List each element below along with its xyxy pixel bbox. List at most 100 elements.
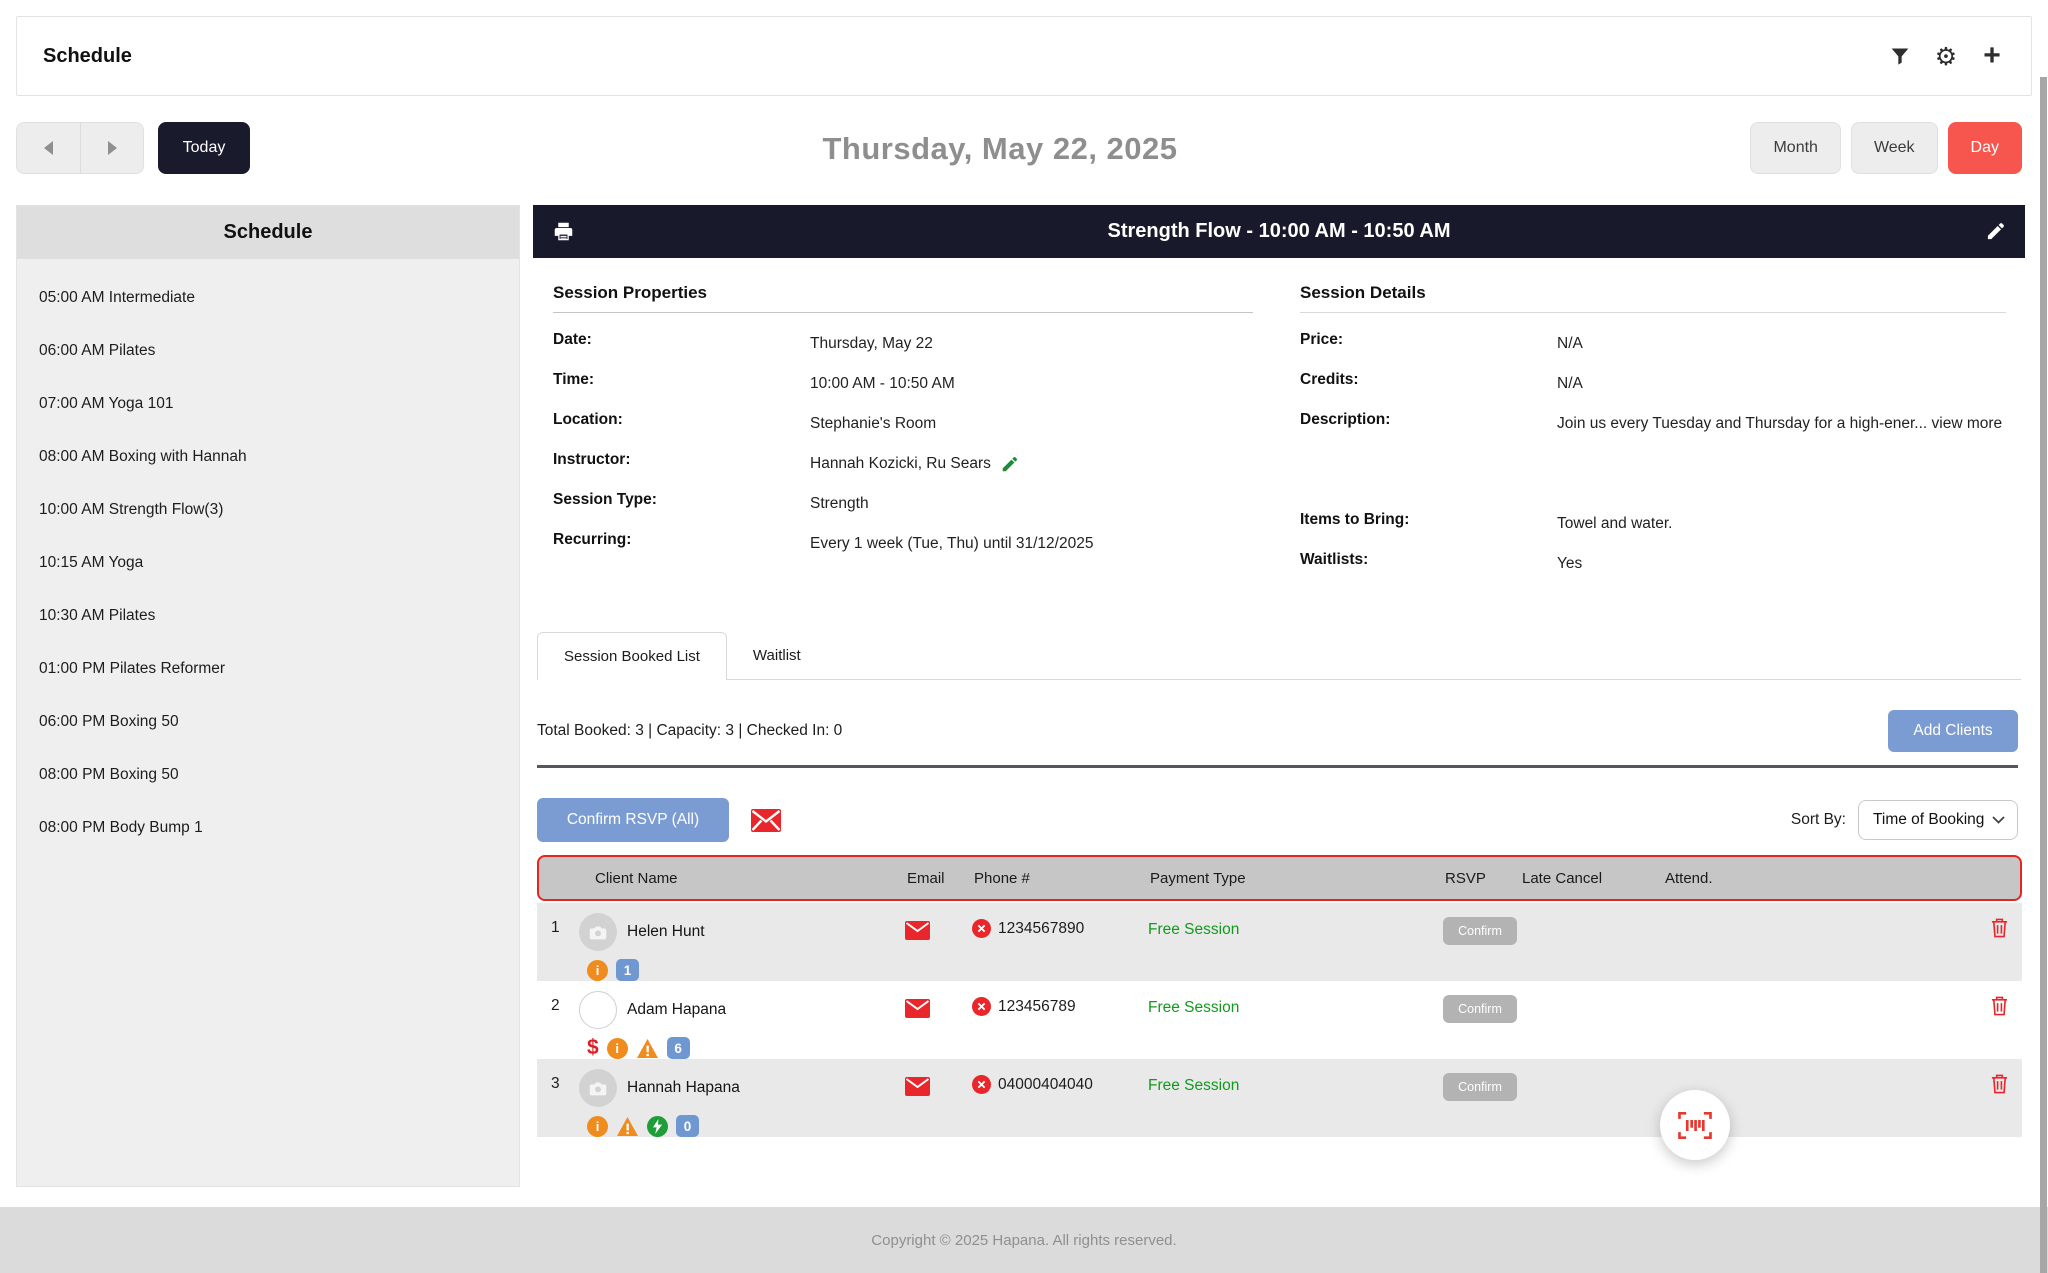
dollar-icon[interactable]: $ [587, 1037, 599, 1059]
vertical-scrollbar[interactable] [2040, 77, 2047, 1273]
sidebar-item-session[interactable]: 08:00 AM Boxing with Hannah [17, 430, 519, 483]
waitlists-label: Waitlists: [1300, 547, 1557, 569]
sidebar-session-list: 05:00 AM Intermediate 06:00 AM Pilates 0… [17, 259, 519, 854]
recurring-value: Every 1 week (Tue, Thu) until 31/12/2025 [810, 527, 1253, 557]
edit-session-icon[interactable] [1983, 220, 2007, 244]
delete-booking-icon[interactable] [1990, 995, 2009, 1016]
row-index: 1 [537, 903, 579, 937]
description-label: Description: [1300, 407, 1557, 429]
view-more-link[interactable]: view more [1932, 415, 2003, 432]
view-switcher: Month Week Day [1750, 122, 2022, 174]
sidebar-item-session[interactable]: 10:15 AM Yoga [17, 536, 519, 589]
payment-type: Free Session [1148, 903, 1443, 939]
month-view-button[interactable]: Month [1750, 122, 1840, 174]
col-payment-type: Payment Type [1150, 870, 1445, 887]
price-label: Price: [1300, 327, 1557, 349]
location-label: Location: [553, 407, 810, 429]
items-to-bring-label: Items to Bring: [1300, 507, 1557, 529]
sidebar-item-session[interactable]: 10:30 AM Pilates [17, 589, 519, 642]
sidebar-item-session[interactable]: 10:00 AM Strength Flow(3) [17, 483, 519, 536]
clients-table-body: 1 Helen Hunt i 1 1 [537, 903, 2022, 1137]
tab-session-booked-list[interactable]: Session Booked List [537, 632, 727, 680]
barcode-icon [1675, 1110, 1715, 1141]
sidebar-item-session[interactable]: 01:00 PM Pilates Reformer [17, 642, 519, 695]
sidebar-item-session[interactable]: 06:00 AM Pilates [17, 324, 519, 377]
phone-invalid-icon [972, 997, 991, 1016]
edit-instructor-icon[interactable] [1001, 456, 1018, 473]
session-details-title: Session Details [1300, 283, 1426, 303]
page-header: Schedule ⚙ + [16, 16, 2032, 96]
sort-by-label: Sort By: [1791, 811, 1846, 829]
divider [1300, 312, 2006, 313]
credits-label: Credits: [1300, 367, 1557, 389]
sidebar-item-session[interactable]: 08:00 PM Body Bump 1 [17, 801, 519, 854]
warning-icon[interactable] [616, 1116, 639, 1137]
sidebar-title: Schedule [17, 206, 519, 259]
filter-icon[interactable] [1887, 43, 1913, 69]
booking-summary: Total Booked: 3 | Capacity: 3 | Checked … [537, 722, 842, 740]
delete-booking-icon[interactable] [1990, 1073, 2009, 1094]
footer: Copyright © 2025 Hapana. All rights rese… [0, 1207, 2048, 1273]
bulk-email-icon[interactable] [751, 809, 781, 832]
chevron-down-icon [1992, 816, 2005, 824]
table-row: 3 Hannah Hapana i 0 [537, 1059, 2022, 1137]
session-details: Price:N/A Credits:N/A Description: Join … [1300, 327, 2006, 587]
session-properties: Date:Thursday, May 22 Time:10:00 AM - 10… [553, 327, 1253, 567]
col-client-name: Client Name [581, 870, 907, 887]
lightning-icon[interactable] [647, 1116, 668, 1137]
recurring-label: Recurring: [553, 527, 810, 549]
sort-by-select[interactable]: Time of Booking [1858, 800, 2018, 840]
items-to-bring-value: Towel and water. [1557, 507, 2006, 537]
settings-icon[interactable]: ⚙ [1933, 43, 1959, 69]
delete-booking-icon[interactable] [1990, 917, 2009, 938]
info-icon[interactable]: i [607, 1038, 628, 1059]
divider [553, 312, 1253, 313]
count-badge: 1 [616, 959, 639, 981]
time-label: Time: [553, 367, 810, 389]
client-name-link[interactable]: Hannah Hapana [627, 1079, 740, 1097]
warning-icon[interactable] [636, 1038, 659, 1059]
week-view-button[interactable]: Week [1851, 122, 1938, 174]
tab-waitlist[interactable]: Waitlist [727, 631, 827, 679]
add-icon[interactable]: + [1979, 43, 2005, 69]
sort-by-value: Time of Booking [1873, 811, 1984, 829]
sidebar-item-session[interactable]: 06:00 PM Boxing 50 [17, 695, 519, 748]
page-title: Schedule [43, 45, 132, 68]
location-value: Stephanie's Room [810, 407, 1253, 437]
confirm-rsvp-all-button[interactable]: Confirm RSVP (All) [537, 798, 729, 842]
sidebar-item-session[interactable]: 05:00 AM Intermediate [17, 271, 519, 324]
sidebar-item-session[interactable]: 07:00 AM Yoga 101 [17, 377, 519, 430]
confirm-rsvp-button[interactable]: Confirm [1443, 1073, 1517, 1101]
instructor-value: Hannah Kozicki, Ru Sears [810, 451, 991, 477]
confirm-rsvp-button[interactable]: Confirm [1443, 917, 1517, 945]
time-value: 10:00 AM - 10:50 AM [810, 367, 1253, 397]
payment-type: Free Session [1148, 1059, 1443, 1095]
session-header-bar: Strength Flow - 10:00 AM - 10:50 AM [533, 205, 2025, 258]
print-icon[interactable] [551, 220, 575, 244]
info-icon[interactable]: i [587, 1116, 608, 1137]
col-phone: Phone # [974, 870, 1150, 887]
day-view-button[interactable]: Day [1948, 122, 2022, 174]
email-icon[interactable] [905, 921, 930, 940]
col-email: Email [907, 870, 974, 887]
sidebar-item-session[interactable]: 08:00 PM Boxing 50 [17, 748, 519, 801]
credits-value: N/A [1557, 367, 2006, 397]
confirm-rsvp-button[interactable]: Confirm [1443, 995, 1517, 1023]
client-name-link[interactable]: Helen Hunt [627, 923, 705, 941]
client-phone: 1234567890 [998, 920, 1084, 938]
barcode-scan-button[interactable] [1660, 1090, 1730, 1160]
client-phone: 123456789 [998, 998, 1076, 1016]
info-icon[interactable]: i [587, 960, 608, 981]
count-badge: 0 [676, 1115, 699, 1137]
avatar [579, 913, 617, 951]
add-clients-button[interactable]: Add Clients [1888, 710, 2018, 752]
email-icon[interactable] [905, 999, 930, 1018]
session-properties-title: Session Properties [553, 283, 707, 303]
current-date-title: Thursday, May 22, 2025 [0, 131, 2000, 167]
price-value: N/A [1557, 327, 2006, 357]
col-rsvp: RSVP [1445, 870, 1522, 887]
description-value: Join us every Tuesday and Thursday for a… [1557, 415, 1927, 432]
email-icon[interactable] [905, 1077, 930, 1096]
client-name-link[interactable]: Adam Hapana [627, 1001, 726, 1019]
col-attend: Attend. [1665, 870, 1992, 887]
